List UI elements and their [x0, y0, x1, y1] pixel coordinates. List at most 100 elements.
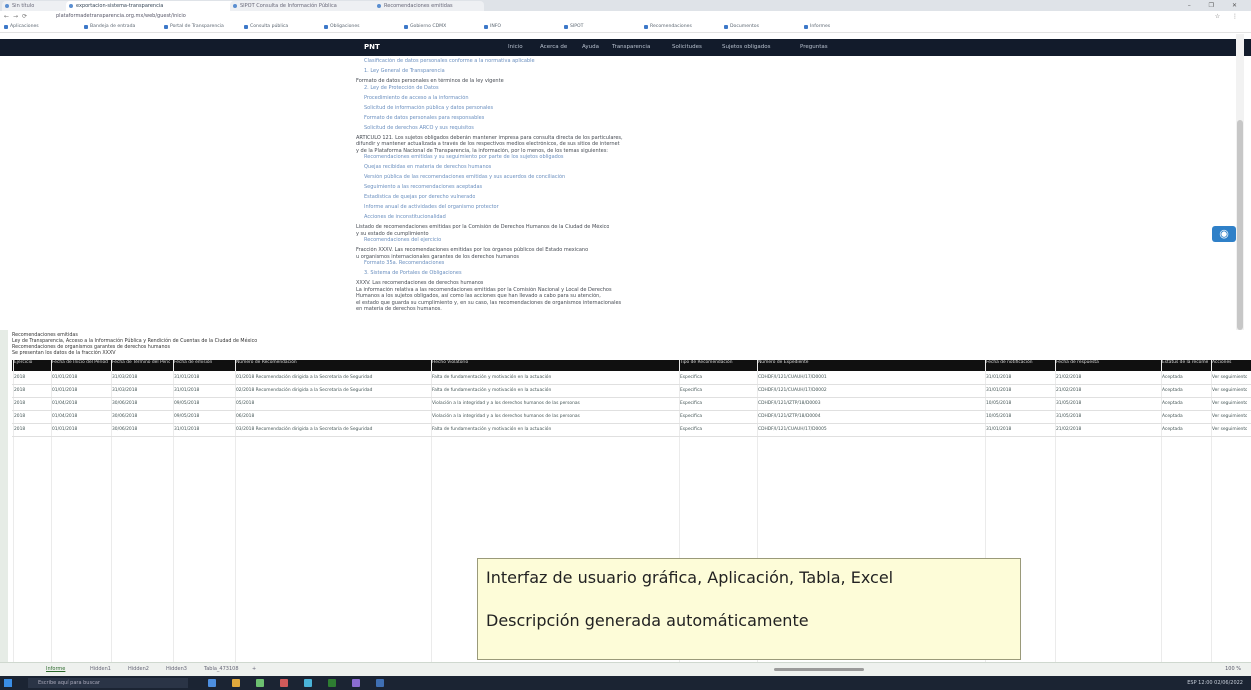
table-cell[interactable]: 31/01/2018 — [174, 426, 232, 434]
table-row[interactable]: 2018 01/01/2018 31/03/2018 31/01/2018 01/201… — [12, 372, 1251, 385]
table-cell[interactable]: Aceptada — [1162, 387, 1208, 395]
table-cell[interactable]: CDHDF/I/121/CUAUH/17/D0005 — [758, 426, 982, 434]
table-cell[interactable]: 31/03/2018 — [112, 374, 170, 382]
table-cell[interactable]: Específica — [680, 374, 754, 382]
table-cell[interactable]: CDHDF/I/121/IZTP/18/D0003 — [758, 400, 982, 408]
doc-link[interactable]: 1. Ley General de Transparencia — [364, 68, 445, 75]
table-cell[interactable]: CDHDF/I/121/CUAUH/17/D0001 — [758, 374, 982, 382]
column-header[interactable]: Acciones — [1212, 360, 1247, 365]
nav-buttons[interactable]: ←→⟳ — [4, 11, 31, 22]
add-sheet-button[interactable]: + — [252, 666, 256, 672]
column-header[interactable]: Fecha de Inicio del Periodo — [52, 360, 108, 365]
sheet-tab[interactable]: Tabla_473108 — [204, 666, 239, 672]
doc-link[interactable]: Quejas recibidas en materia de derechos … — [364, 164, 491, 171]
table-cell[interactable]: 21/02/2018 — [1056, 426, 1158, 434]
forward-arrow-icon[interactable]: → — [13, 13, 22, 20]
nav-item[interactable]: Acerca de — [540, 43, 567, 52]
table-cell[interactable]: 03/2018 Recomendación dirigida a la Secr… — [236, 426, 428, 434]
doc-link[interactable]: Formato 35a. Recomendaciones — [364, 260, 444, 267]
table-cell[interactable]: 31/05/2018 — [1056, 413, 1158, 421]
table-cell[interactable]: 31/03/2018 — [112, 387, 170, 395]
table-cell[interactable]: Aceptada — [1162, 374, 1208, 382]
table-cell[interactable]: CDHDF/I/121/CUAUH/17/D0002 — [758, 387, 982, 395]
bookmark-item[interactable]: Consulta pública — [244, 23, 288, 31]
bookmark-item[interactable]: SIPOT — [564, 23, 583, 31]
table-cell[interactable]: 31/01/2018 — [986, 374, 1052, 382]
bookmark-item[interactable]: Aplicaciones — [4, 23, 39, 31]
table-cell[interactable]: Aceptada — [1162, 400, 1208, 408]
nav-item[interactable]: Transparencia — [612, 43, 650, 52]
table-cell[interactable]: Falta de fundamentación y motivación en … — [432, 374, 676, 382]
doc-link[interactable]: Formato de datos personales para respons… — [364, 115, 484, 122]
table-cell[interactable]: 2018 — [14, 413, 48, 421]
sheet-tab[interactable]: Informe — [46, 666, 65, 672]
table-cell[interactable]: 31/01/2018 — [986, 426, 1052, 434]
table-cell[interactable]: 01/01/2018 — [52, 374, 108, 382]
table-cell[interactable]: Ver seguimiento — [1212, 400, 1247, 408]
bookmark-item[interactable]: Bandeja de entrada — [84, 23, 135, 31]
column-header[interactable]: Número de Expediente — [758, 360, 982, 365]
browser-tab-active[interactable]: exportacion-sistema-transparencia — [66, 1, 236, 11]
table-cell[interactable]: 31/01/2018 — [986, 387, 1052, 395]
sheet-tab[interactable]: Hidden1 — [90, 666, 111, 672]
column-header[interactable]: Número de Recomendación — [236, 360, 428, 365]
taskbar-app-icon[interactable] — [232, 679, 240, 687]
doc-link[interactable]: Informe anual de actividades del organis… — [364, 204, 499, 211]
column-header[interactable]: Fecha de notificación — [986, 360, 1052, 365]
bookmark-item[interactable]: Documentos — [724, 23, 759, 31]
doc-link[interactable]: 3. Sistema de Portales de Obligaciones — [364, 270, 462, 277]
table-cell[interactable]: 10/05/2018 — [986, 413, 1052, 421]
table-cell[interactable]: 30/06/2018 — [112, 400, 170, 408]
table-row[interactable]: 2018 01/01/2018 30/06/2018 31/01/2018 03/201… — [12, 424, 1251, 437]
zoom-level[interactable]: 100 % — [1225, 666, 1241, 672]
table-cell[interactable]: 30/06/2018 — [112, 413, 170, 421]
table-cell[interactable]: Ver seguimiento — [1212, 413, 1247, 421]
table-cell[interactable]: 02/2018 Recomendación dirigida a la Secr… — [236, 387, 428, 395]
browser-tab[interactable]: SIPOT Consulta de Información Pública — [230, 1, 380, 11]
table-cell[interactable]: 31/01/2018 — [174, 374, 232, 382]
doc-link[interactable]: Clasificación de datos personales confor… — [364, 58, 535, 65]
bookmark-item[interactable]: Portal de Transparencia — [164, 23, 224, 31]
system-tray[interactable]: ESP 12:00 02/06/2022 — [1187, 678, 1243, 688]
taskbar-app-icon[interactable] — [352, 679, 360, 687]
windows-start-icon[interactable] — [4, 679, 12, 687]
table-cell[interactable]: 2018 — [14, 426, 48, 434]
url-field[interactable]: plataformadetransparencia.org.mx/web/gue… — [56, 12, 356, 21]
table-cell[interactable]: 05/2018 — [236, 400, 428, 408]
table-row[interactable]: 2018 01/04/2018 30/06/2018 09/05/2018 06/201… — [12, 411, 1251, 424]
page-scroll-thumb[interactable] — [1237, 120, 1243, 330]
column-header[interactable]: Fecha de respuesta — [1056, 360, 1158, 365]
bookmark-item[interactable]: INFO — [484, 23, 501, 31]
horizontal-scrollbar[interactable] — [774, 668, 864, 671]
sheet-tab[interactable]: Hidden2 — [128, 666, 149, 672]
table-cell[interactable]: Violación a la integridad y a los derech… — [432, 413, 676, 421]
doc-link[interactable]: Solicitud de derechos ARCO y sus requisi… — [364, 125, 474, 132]
table-cell[interactable]: 01/01/2018 — [52, 426, 108, 434]
nav-item[interactable]: Preguntas — [800, 43, 828, 52]
table-cell[interactable]: 10/05/2018 — [986, 400, 1052, 408]
table-cell[interactable]: Ver seguimiento — [1212, 426, 1247, 434]
site-logo[interactable]: PNT — [364, 43, 380, 51]
browser-tab[interactable]: Sin título — [2, 1, 72, 11]
window-controls[interactable]: – ❐ ✕ — [1188, 0, 1245, 11]
column-header[interactable]: Fecha de Término del Periodo — [112, 360, 170, 365]
table-cell[interactable]: 06/2018 — [236, 413, 428, 421]
table-cell[interactable]: CDHDF/I/121/IZTP/18/D0004 — [758, 413, 982, 421]
table-cell[interactable]: 01/2018 Recomendación dirigida a la Secr… — [236, 374, 428, 382]
table-cell[interactable]: 01/04/2018 — [52, 413, 108, 421]
column-header[interactable]: Hecho Violatorio — [432, 360, 676, 365]
bookmark-item[interactable]: Recomendaciones — [644, 23, 692, 31]
nav-item[interactable]: Ayuda — [582, 43, 599, 52]
bookmark-item[interactable]: Obligaciones — [324, 23, 360, 31]
table-cell[interactable]: Específica — [680, 387, 754, 395]
column-header[interactable]: Fecha de emisión — [174, 360, 232, 365]
doc-link[interactable]: Seguimiento a las recomendaciones acepta… — [364, 184, 482, 191]
doc-link[interactable]: Estadística de quejas por derecho vulner… — [364, 194, 475, 201]
table-cell[interactable]: 09/05/2018 — [174, 400, 232, 408]
column-header[interactable]: Tipo de Recomendación — [680, 360, 754, 365]
back-arrow-icon[interactable]: ← — [4, 13, 13, 20]
sheet-tab[interactable]: Hidden3 — [166, 666, 187, 672]
nav-item[interactable]: Solicitudes — [672, 43, 702, 52]
table-cell[interactable]: 31/01/2018 — [174, 387, 232, 395]
table-cell[interactable]: 21/02/2018 — [1056, 374, 1158, 382]
